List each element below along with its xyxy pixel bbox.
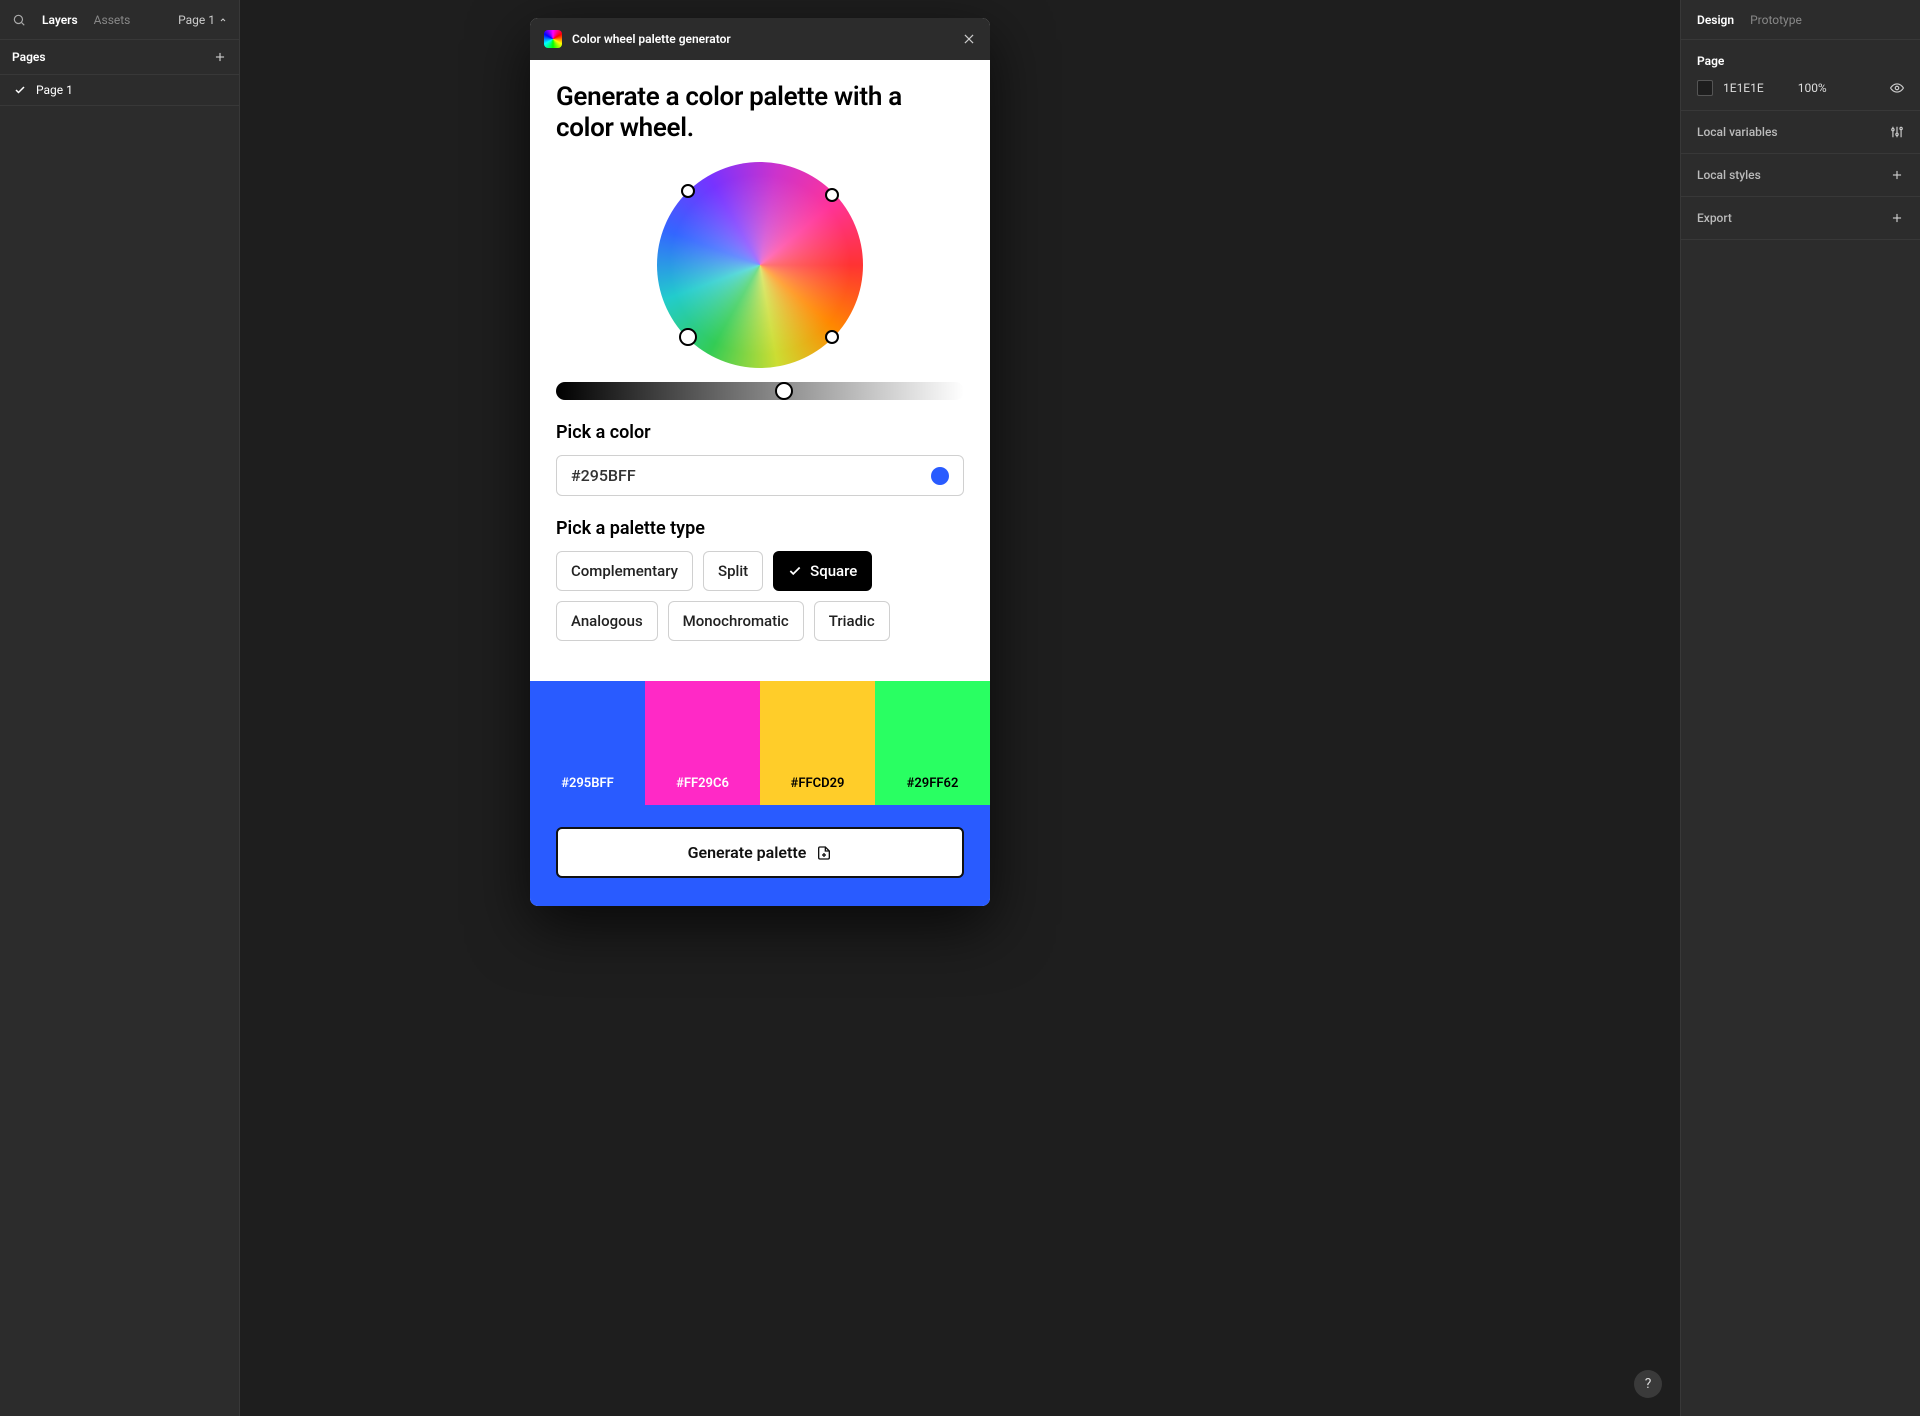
left-panel-tabs: Layers Assets Page 1 bbox=[0, 0, 239, 40]
local-styles-section[interactable]: Local styles bbox=[1681, 154, 1920, 197]
page-section-label: Page bbox=[1697, 54, 1904, 68]
palette-type-chip[interactable]: Square bbox=[773, 551, 872, 591]
pick-palette-label: Pick a palette type bbox=[556, 518, 964, 539]
page-bg-hex[interactable]: 1E1E1E bbox=[1723, 81, 1764, 95]
page-section: Page 1E1E1E 100% bbox=[1681, 40, 1920, 111]
plugin-header[interactable]: Color wheel palette generator bbox=[530, 18, 990, 60]
generate-palette-button[interactable]: Generate palette bbox=[556, 827, 964, 878]
export-label: Export bbox=[1697, 211, 1732, 225]
lightness-handle[interactable] bbox=[775, 382, 793, 400]
color-preview-dot bbox=[931, 467, 949, 485]
color-wheel[interactable] bbox=[657, 162, 863, 368]
visibility-icon[interactable] bbox=[1890, 81, 1904, 95]
palette-swatch[interactable]: #FFCD29 bbox=[760, 681, 875, 805]
wheel-handle[interactable] bbox=[825, 188, 839, 202]
lightness-slider[interactable] bbox=[556, 382, 964, 400]
settings-sliders-icon[interactable] bbox=[1890, 125, 1904, 139]
wheel-handle[interactable] bbox=[825, 330, 839, 344]
wheel-handle[interactable] bbox=[681, 184, 695, 198]
tab-layers[interactable]: Layers bbox=[42, 13, 78, 27]
pages-title: Pages bbox=[12, 50, 46, 64]
search-icon[interactable] bbox=[12, 13, 26, 27]
color-input-wrap bbox=[556, 455, 964, 496]
right-panel: Design Prototype Page 1E1E1E 100% Local … bbox=[1680, 0, 1920, 1416]
palette-type-chip-label: Split bbox=[718, 562, 748, 580]
palette-type-chip-label: Triadic bbox=[829, 612, 875, 630]
page-bg-swatch[interactable] bbox=[1697, 80, 1713, 96]
palette-type-chip-label: Monochromatic bbox=[683, 612, 789, 630]
check-icon bbox=[14, 84, 26, 96]
right-panel-tabs: Design Prototype bbox=[1681, 0, 1920, 40]
chevron-up-icon bbox=[219, 16, 227, 24]
generate-bar: Generate palette bbox=[530, 805, 990, 906]
left-panel: Layers Assets Page 1 Pages Page 1 bbox=[0, 0, 240, 1416]
tab-assets[interactable]: Assets bbox=[94, 13, 131, 27]
palette-swatch[interactable]: #295BFF bbox=[530, 681, 645, 805]
plus-icon[interactable] bbox=[1890, 168, 1904, 182]
local-variables-section[interactable]: Local variables bbox=[1681, 111, 1920, 154]
local-styles-label: Local styles bbox=[1697, 168, 1761, 182]
page-bg-opacity[interactable]: 100% bbox=[1798, 81, 1827, 95]
page-selector-label: Page 1 bbox=[178, 13, 215, 27]
close-icon[interactable] bbox=[962, 32, 976, 46]
palette-swatch[interactable]: #29FF62 bbox=[875, 681, 990, 805]
check-icon bbox=[788, 564, 802, 578]
palette-type-chip-label: Analogous bbox=[571, 612, 643, 630]
wheel-handle[interactable] bbox=[679, 328, 697, 346]
pick-color-label: Pick a color bbox=[556, 422, 964, 443]
page-row[interactable]: Page 1 bbox=[0, 75, 239, 106]
page-bg-row[interactable]: 1E1E1E 100% bbox=[1697, 80, 1904, 96]
pages-section-header: Pages bbox=[0, 40, 239, 75]
palette-type-chip[interactable]: Complementary bbox=[556, 551, 693, 591]
palette-type-chip[interactable]: Analogous bbox=[556, 601, 658, 641]
plugin-window: Color wheel palette generator Generate a… bbox=[530, 18, 990, 906]
palette-type-chip[interactable]: Split bbox=[703, 551, 763, 591]
plugin-title: Color wheel palette generator bbox=[572, 32, 952, 46]
page-row-label: Page 1 bbox=[36, 83, 73, 97]
plus-icon[interactable] bbox=[1890, 211, 1904, 225]
color-hex-input[interactable] bbox=[571, 466, 931, 485]
palette-type-chips: Complementary Split Square Analogous Monochr… bbox=[556, 551, 964, 641]
palette-type-chip-label: Complementary bbox=[571, 562, 678, 580]
help-button[interactable]: ? bbox=[1634, 1370, 1662, 1398]
plugin-logo-icon bbox=[544, 30, 562, 48]
plugin-body: Generate a color palette with a color wh… bbox=[530, 60, 990, 681]
palette-type-chip[interactable]: Triadic bbox=[814, 601, 890, 641]
palette-swatch[interactable]: #FF29C6 bbox=[645, 681, 760, 805]
canvas[interactable]: Color wheel palette generator Generate a… bbox=[240, 0, 1680, 1416]
palette-type-chip-label: Square bbox=[810, 562, 857, 580]
add-to-file-icon bbox=[816, 845, 832, 861]
plugin-heading: Generate a color palette with a color wh… bbox=[556, 82, 964, 144]
page-selector[interactable]: Page 1 bbox=[178, 13, 227, 27]
local-variables-label: Local variables bbox=[1697, 125, 1778, 139]
tab-design[interactable]: Design bbox=[1697, 13, 1734, 27]
palette-type-chip[interactable]: Monochromatic bbox=[668, 601, 804, 641]
add-page-icon[interactable] bbox=[213, 50, 227, 64]
tab-prototype[interactable]: Prototype bbox=[1750, 13, 1802, 27]
generate-button-label: Generate palette bbox=[688, 843, 807, 862]
color-wheel-wrap bbox=[556, 162, 964, 368]
export-section[interactable]: Export bbox=[1681, 197, 1920, 240]
palette-swatches: #295BFF#FF29C6#FFCD29#29FF62 bbox=[530, 681, 990, 805]
